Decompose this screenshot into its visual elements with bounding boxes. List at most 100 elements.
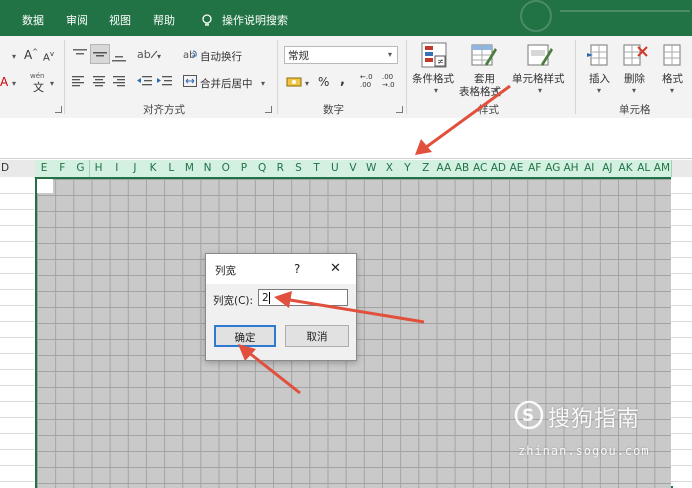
column-header-f[interactable]: F [53, 160, 73, 177]
column-header-j[interactable]: J [125, 160, 145, 177]
column-header-d[interactable]: D [0, 160, 35, 177]
selected-column-headers: E F G H I J K L M N O P Q R S T U V W X Y Z AA AB AC AD AE AF AG AH AI… [35, 160, 672, 177]
column-header-p[interactable]: P [234, 160, 255, 177]
number-dialog-launcher-icon[interactable] [396, 106, 403, 113]
cell-styles-button[interactable]: 单元格样式 [512, 71, 565, 86]
accounting-format-dropdown[interactable]: ▾ [305, 79, 309, 88]
align-middle-icon[interactable] [90, 44, 110, 64]
column-width-label: 列宽(C): [213, 295, 254, 307]
align-top-icon[interactable] [72, 48, 88, 65]
active-cell[interactable] [37, 179, 53, 193]
column-header-ae[interactable]: AE [507, 160, 527, 177]
align-center-icon[interactable] [93, 75, 107, 90]
tab-review[interactable]: 审阅 [66, 0, 88, 36]
font-color-button[interactable]: A [0, 75, 8, 89]
orientation-icon[interactable]: ab [137, 46, 159, 65]
row-gridline [671, 369, 692, 370]
decrease-decimal-button[interactable]: .00 →.0 [382, 73, 395, 89]
alignment-dialog-launcher-icon[interactable] [265, 106, 272, 113]
column-header-t[interactable]: T [307, 160, 327, 177]
column-header-y[interactable]: Y [398, 160, 418, 177]
column-header-g[interactable]: G [71, 160, 91, 177]
phonetic-dropdown[interactable]: ▾ [50, 79, 54, 88]
comma-style-button[interactable]: , [340, 73, 345, 88]
column-header-o[interactable]: O [216, 160, 236, 177]
conditional-format-dropdown[interactable]: ▾ [434, 86, 438, 95]
column-header-e[interactable]: E [35, 160, 55, 177]
row-gridline [0, 449, 34, 450]
column-header-u[interactable]: U [325, 160, 345, 177]
format-dropdown[interactable]: ▾ [670, 86, 674, 95]
column-header-q[interactable]: Q [253, 160, 273, 177]
row-gridline [0, 433, 34, 434]
column-header-af[interactable]: AF [525, 160, 545, 177]
column-header-x[interactable]: X [380, 160, 400, 177]
align-left-icon[interactable] [72, 75, 86, 90]
ok-button[interactable]: 确定 [214, 325, 276, 347]
orientation-dropdown[interactable]: ▾ [157, 52, 161, 61]
phonetic-button[interactable]: 文 [33, 79, 44, 95]
close-icon[interactable]: ✕ [330, 261, 341, 276]
column-header-v[interactable]: V [343, 160, 364, 177]
conditional-format-button[interactable]: 条件格式 [412, 71, 454, 86]
format-as-table-dropdown[interactable]: ▾ [494, 86, 498, 95]
insert-dropdown[interactable]: ▾ [597, 86, 601, 95]
row-gridline [0, 337, 34, 338]
column-width-input[interactable]: 2 [258, 289, 348, 306]
decrease-indent-icon[interactable] [137, 75, 153, 90]
row-gridline [0, 209, 34, 210]
tab-data[interactable]: 数据 [22, 0, 44, 36]
column-header-ac[interactable]: AC [471, 160, 491, 177]
font-grow-button[interactable]: A^ [24, 48, 38, 62]
row-gridline [671, 273, 692, 274]
column-header-k[interactable]: K [144, 160, 164, 177]
column-header-w[interactable]: W [362, 160, 382, 177]
delete-dropdown[interactable]: ▾ [632, 86, 636, 95]
column-header-i[interactable]: I [107, 160, 127, 177]
tell-me-search[interactable]: 操作说明搜索 [222, 0, 288, 36]
tab-view[interactable]: 视图 [109, 0, 131, 36]
font-shrink-button[interactable]: Av [43, 50, 54, 63]
column-header-m[interactable]: M [180, 160, 200, 177]
increase-indent-icon[interactable] [157, 75, 173, 90]
column-header-aa[interactable]: AA [434, 160, 454, 177]
delete-button[interactable]: 删除 [624, 71, 645, 86]
column-header-s[interactable]: S [289, 160, 309, 177]
insert-button[interactable]: 插入 [589, 71, 610, 86]
tab-help[interactable]: 帮助 [153, 0, 175, 36]
column-header-ag[interactable]: AG [543, 160, 563, 177]
column-header-l[interactable]: L [162, 160, 182, 177]
column-header-z[interactable]: Z [416, 160, 436, 177]
cell-styles-dropdown[interactable]: ▾ [538, 86, 542, 95]
column-header-al[interactable]: AL [634, 160, 654, 177]
column-header-h[interactable]: H [89, 160, 109, 177]
font-size-dropdown-arrow[interactable]: ▾ [12, 52, 16, 61]
number-format-select[interactable]: 常规 ▾ [284, 46, 398, 64]
font-dialog-launcher-icon[interactable] [55, 106, 62, 113]
column-header-ab[interactable]: AB [452, 160, 473, 177]
row-gridline [0, 401, 34, 402]
wrap-text-button[interactable]: 自动换行 [200, 49, 242, 64]
column-header-n[interactable]: N [198, 160, 218, 177]
cancel-button[interactable]: 取消 [285, 325, 349, 347]
align-right-icon[interactable] [113, 75, 127, 90]
align-bottom-icon[interactable] [111, 48, 127, 65]
increase-decimal-button[interactable]: ←.0.00 [360, 73, 373, 89]
conditional-format-icon: ≠ [421, 42, 447, 71]
column-header-ah[interactable]: AH [561, 160, 582, 177]
merge-center-dropdown[interactable]: ▾ [261, 79, 265, 88]
help-button[interactable]: ? [294, 262, 300, 276]
column-header-aj[interactable]: AJ [598, 160, 618, 177]
merge-center-button[interactable]: 合并后居中 [200, 76, 253, 91]
row-gridline [671, 385, 692, 386]
accounting-format-icon[interactable] [286, 75, 302, 92]
percent-style-button[interactable]: % [318, 75, 329, 89]
column-header-r[interactable]: R [271, 160, 291, 177]
number-format-value: 常规 [288, 50, 309, 62]
format-button[interactable]: 格式 [662, 71, 683, 86]
font-color-dropdown[interactable]: ▾ [12, 79, 16, 88]
column-header-ai[interactable]: AI [580, 160, 600, 177]
column-header-am[interactable]: AM [652, 160, 672, 177]
column-header-ad[interactable]: AD [489, 160, 509, 177]
column-header-ak[interactable]: AK [616, 160, 636, 177]
